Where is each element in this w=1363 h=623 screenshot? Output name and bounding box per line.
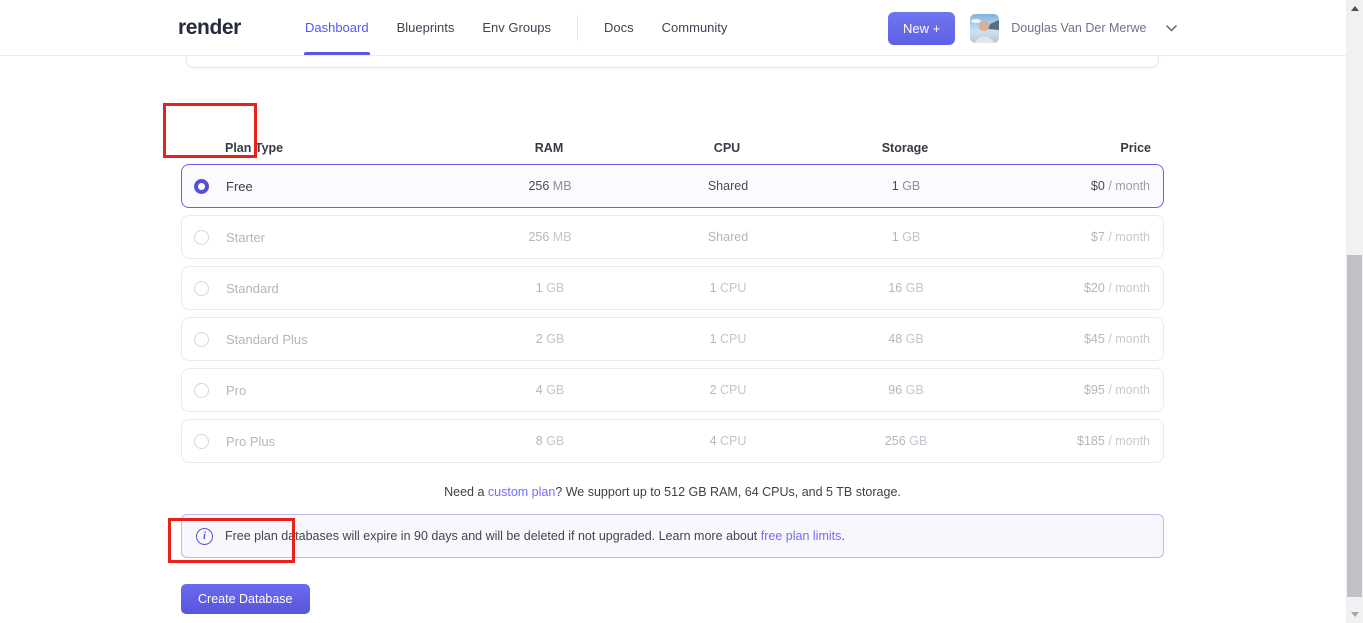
plan-name: Standard: [226, 281, 461, 296]
plan-price: $95 / month: [995, 383, 1163, 397]
free-plan-limits-link[interactable]: free plan limits: [761, 529, 842, 543]
plan-name: Pro Plus: [226, 434, 461, 449]
radio-cell: [182, 332, 226, 347]
custom-plan-link[interactable]: custom plan: [488, 485, 555, 499]
user-avatar[interactable]: [970, 14, 999, 43]
plan-ram: 8 GB: [461, 434, 639, 448]
plan-cpu: 4 CPU: [639, 434, 817, 448]
avatar-photo: [970, 14, 999, 43]
create-database-button[interactable]: Create Database: [181, 584, 310, 614]
render-logo[interactable]: render: [178, 16, 241, 40]
plan-radio-selected[interactable]: [194, 179, 209, 194]
plan-cpu: 1 CPU: [639, 281, 817, 295]
plan-storage: 48 GB: [817, 332, 995, 346]
plan-name: Pro: [226, 383, 461, 398]
banner-period: .: [841, 529, 844, 543]
column-cpu: CPU: [638, 141, 816, 155]
nav-tab-env-groups-label: Env Groups: [482, 20, 551, 35]
new-button[interactable]: New +: [888, 12, 955, 45]
render-dashboard-page: render Dashboard Blueprints Env Groups D…: [0, 0, 1363, 623]
radio-cell: [182, 281, 226, 296]
plan-radio[interactable]: [194, 434, 209, 449]
plan-name: Starter: [226, 230, 461, 245]
nav-tab-blueprints[interactable]: Blueprints: [383, 0, 469, 55]
plan-ram: 2 GB: [461, 332, 639, 346]
plan-radio[interactable]: [194, 281, 209, 296]
plan-ram: 256 MB: [461, 179, 639, 193]
plan-storage: 16 GB: [817, 281, 995, 295]
custom-plan-note: Need a custom plan? We support up to 512…: [181, 485, 1164, 499]
plan-radio[interactable]: [194, 332, 209, 347]
free-plan-info-banner: i Free plan databases will expire in 90 …: [181, 514, 1164, 558]
nav-tab-docs[interactable]: Docs: [590, 0, 648, 55]
scroll-down-arrow[interactable]: [1346, 606, 1363, 623]
column-storage: Storage: [816, 141, 994, 155]
plan-storage: 256 GB: [817, 434, 995, 448]
plan-price: $0 / month: [995, 179, 1163, 193]
column-plan-type: Plan Type: [225, 141, 460, 155]
plan-storage: 96 GB: [817, 383, 995, 397]
custom-plan-suffix: ? We support up to 512 GB RAM, 64 CPUs, …: [555, 485, 901, 499]
primary-nav: Dashboard Blueprints Env Groups Docs Com…: [291, 0, 741, 55]
plan-price: $45 / month: [995, 332, 1163, 346]
plan-row-standard[interactable]: Standard 1 GB 1 CPU 16 GB $20 / month: [181, 266, 1164, 310]
triangle-down-icon: [1351, 612, 1359, 617]
plan-storage: 1 GB: [817, 230, 995, 244]
plan-storage: 1 GB: [817, 179, 995, 193]
radio-cell: [182, 383, 226, 398]
plan-row-starter[interactable]: Starter 256 MB Shared 1 GB $7 / month: [181, 215, 1164, 259]
banner-text: Free plan databases will expire in 90 da…: [225, 529, 845, 543]
plan-radio[interactable]: [194, 230, 209, 245]
custom-plan-prefix: Need a: [444, 485, 488, 499]
plan-price: $20 / month: [995, 281, 1163, 295]
plan-name: Free: [226, 179, 461, 194]
nav-tab-blueprints-label: Blueprints: [397, 20, 455, 35]
plan-row-free[interactable]: Free 256 MB Shared 1 GB $0 / month: [181, 164, 1164, 208]
plan-row-pro[interactable]: Pro 4 GB 2 CPU 96 GB $95 / month: [181, 368, 1164, 412]
scrollbar-thumb[interactable]: [1347, 255, 1362, 597]
plan-row-standard-plus[interactable]: Standard Plus 2 GB 1 CPU 48 GB $45 / mon…: [181, 317, 1164, 361]
column-price: Price: [994, 141, 1164, 155]
previous-field-cutoff: [186, 56, 1159, 68]
chevron-down-icon[interactable]: [1166, 25, 1177, 32]
plan-row-pro-plus[interactable]: Pro Plus 8 GB 4 CPU 256 GB $185 / month: [181, 419, 1164, 463]
plan-price: $7 / month: [995, 230, 1163, 244]
plan-ram: 4 GB: [461, 383, 639, 397]
plan-table-header: Plan Type RAM CPU Storage Price: [181, 136, 1164, 160]
database-plan-form: Plan Type RAM CPU Storage Price Free 256…: [181, 56, 1164, 623]
radio-cell: [182, 230, 226, 245]
vertical-scrollbar[interactable]: [1346, 0, 1363, 623]
column-ram: RAM: [460, 141, 638, 155]
nav-tab-community-label: Community: [662, 20, 728, 35]
plan-price: $185 / month: [995, 434, 1163, 448]
nav-tab-community[interactable]: Community: [648, 0, 742, 55]
plan-name: Standard Plus: [226, 332, 461, 347]
user-name[interactable]: Douglas Van Der Merwe: [1011, 21, 1146, 35]
nav-tab-dashboard-label: Dashboard: [305, 20, 369, 35]
plan-cpu: Shared: [639, 230, 817, 244]
scroll-up-arrow[interactable]: [1346, 0, 1363, 17]
radio-cell: [182, 179, 226, 194]
banner-message: Free plan databases will expire in 90 da…: [225, 529, 761, 543]
nav-divider: [577, 15, 578, 41]
header-right-cluster: New + Douglas Van Der Merwe: [888, 0, 1177, 56]
triangle-up-icon: [1351, 6, 1359, 11]
top-navigation-bar: render Dashboard Blueprints Env Groups D…: [0, 0, 1346, 56]
plan-cpu: 2 CPU: [639, 383, 817, 397]
plan-radio[interactable]: [194, 383, 209, 398]
plan-ram: 256 MB: [461, 230, 639, 244]
radio-cell: [182, 434, 226, 449]
plan-cpu: 1 CPU: [639, 332, 817, 346]
nav-tab-docs-label: Docs: [604, 20, 634, 35]
plan-ram: 1 GB: [461, 281, 639, 295]
plan-cpu: Shared: [639, 179, 817, 193]
nav-tab-dashboard[interactable]: Dashboard: [291, 0, 383, 55]
nav-tab-env-groups[interactable]: Env Groups: [468, 0, 565, 55]
info-icon: i: [196, 528, 213, 545]
active-tab-underline: [304, 52, 370, 55]
